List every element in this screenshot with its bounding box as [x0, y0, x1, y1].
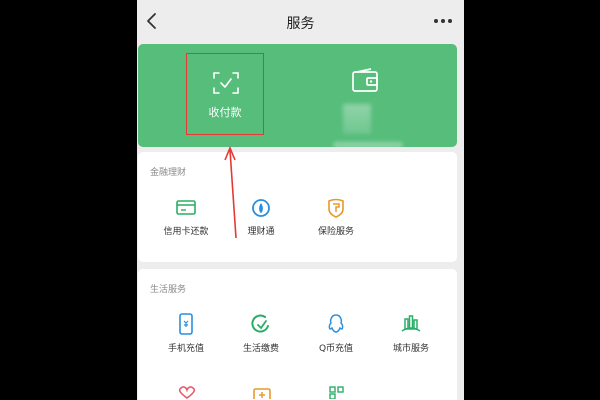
scan-check-icon: [213, 72, 239, 94]
city-service-label: 城市服务: [392, 344, 429, 354]
licaitong-button[interactable]: 理财通: [221, 198, 301, 250]
insurance-icon: [328, 198, 344, 218]
more-dots-icon[interactable]: [432, 14, 454, 28]
qcoin-recharge-label: Q币充值: [318, 344, 354, 354]
utility-payment-label: 生活缴费: [242, 344, 279, 354]
life-section-title: 生活服务: [150, 285, 187, 295]
wallet-label-blurred: [343, 104, 371, 134]
phone-recharge-icon: [179, 313, 193, 335]
payment-card: 收付款: [138, 44, 457, 147]
finance-section-title: 金融理财: [150, 168, 187, 178]
page-title: 服务: [286, 16, 315, 32]
credit-card-repay-button[interactable]: 信用卡还款: [146, 198, 226, 250]
qcoin-icon: [328, 314, 344, 333]
insurance-service-label: 保险服务: [317, 227, 354, 237]
phone-recharge-label: 手机充值: [167, 344, 204, 354]
credit-card-repay-label: 信用卡还款: [163, 227, 209, 237]
phone-screen: 服务 收付款 金融理财 信用卡还款 理财通 保险服务 生活服务 手机充值 生活缴…: [137, 0, 464, 400]
top-bar: 服务: [137, 0, 464, 44]
utility-payment-button[interactable]: 生活缴费: [221, 313, 301, 365]
life-section: 生活服务 手机充值 生活缴费 Q币充值 城市服务: [138, 269, 457, 400]
grid-icon[interactable]: [326, 386, 348, 399]
utility-payment-icon: [251, 314, 269, 333]
pay-receive-button[interactable]: 收付款: [186, 53, 264, 135]
credit-card-icon: [176, 200, 196, 215]
heart-icon[interactable]: [176, 385, 198, 399]
city-service-button[interactable]: 城市服务: [371, 313, 451, 365]
phone-recharge-button[interactable]: 手机充值: [146, 313, 226, 365]
licaitong-icon: [252, 199, 270, 217]
finance-section: 金融理财 信用卡还款 理财通 保险服务: [138, 152, 457, 262]
city-service-icon: [401, 315, 421, 332]
pay-receive-label: 收付款: [208, 106, 242, 119]
wallet-icon[interactable]: [351, 68, 379, 94]
qcoin-recharge-button[interactable]: Q币充值: [296, 313, 376, 365]
insurance-service-button[interactable]: 保险服务: [296, 198, 376, 250]
medical-plus-icon[interactable]: [251, 387, 273, 399]
card-shine: [333, 142, 403, 147]
screenshot-stage: 服务 收付款 金融理财 信用卡还款 理财通 保险服务 生活服务 手机充值 生活缴…: [0, 0, 600, 400]
licaitong-label: 理财通: [247, 227, 275, 237]
